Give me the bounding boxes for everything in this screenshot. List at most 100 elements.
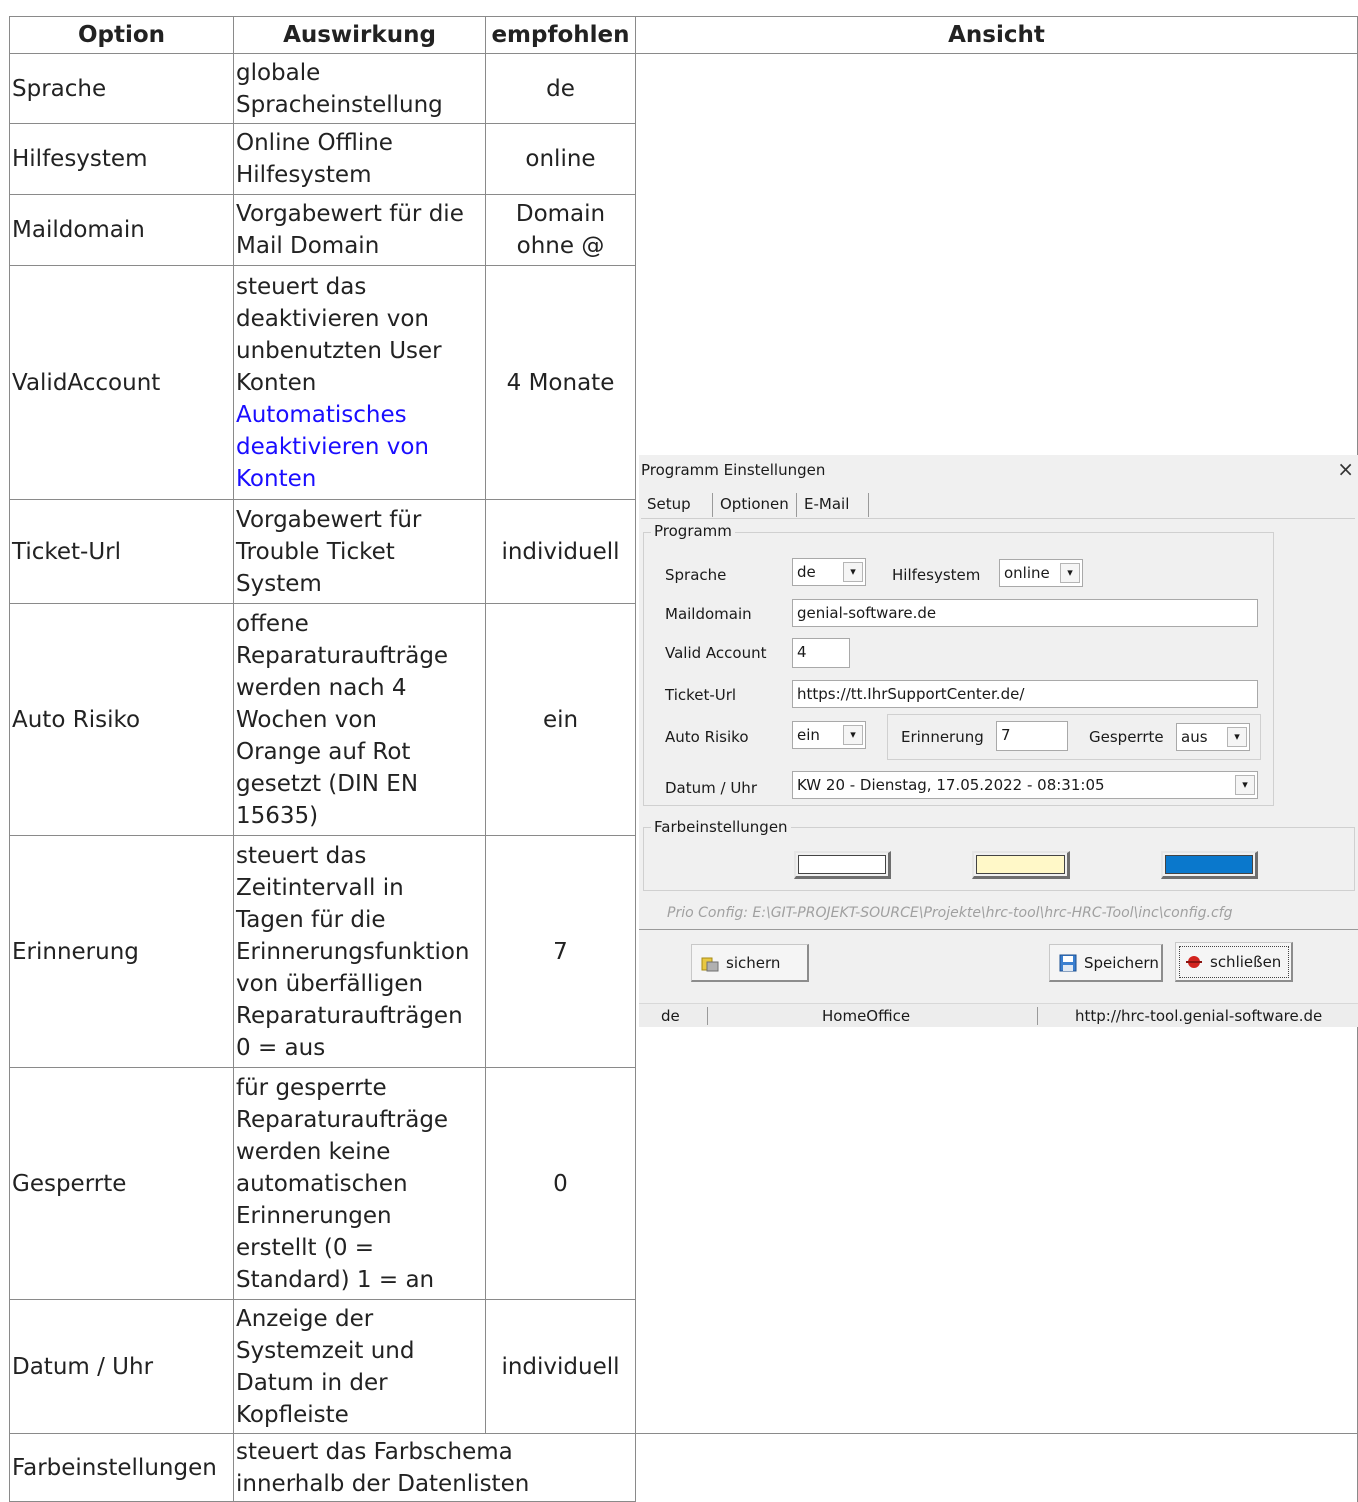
effect-line: Reparaturaufträgen xyxy=(236,1002,463,1029)
ticket-url-input[interactable]: https://tt.IhrSupportCenter.de/ xyxy=(792,680,1258,708)
table-row: Farbeinstellungen steuert das Farbschema i… xyxy=(9,1433,1358,1502)
effect-line: Vorgabewert für die xyxy=(236,201,464,227)
gesperrte-select[interactable]: aus ▾ xyxy=(1176,723,1250,751)
status-location: HomeOffice xyxy=(822,1007,911,1025)
label-erinnerung: Erinnerung xyxy=(901,728,984,746)
header-view: Ansicht xyxy=(635,16,1358,54)
color-swatch-3[interactable] xyxy=(1161,851,1258,879)
color-swatch-1[interactable] xyxy=(794,851,891,879)
datum-uhr-value: KW 20 - Dienstag, 17.05.2022 - 08:31:05 xyxy=(797,776,1105,794)
effect-cell: Anzeige der Systemzeit und Datum in der Kop… xyxy=(233,1299,486,1434)
label-sprache: Sprache xyxy=(665,566,727,584)
save-icon xyxy=(1058,954,1078,972)
table-row: Sprache globale Spracheinstellung de xyxy=(9,53,1358,1434)
program-group-title: Programm xyxy=(651,522,735,540)
option-cell: Auto Risiko xyxy=(9,603,234,836)
effect-line: von überfälligen xyxy=(236,970,424,997)
datum-uhr-select[interactable]: KW 20 - Dienstag, 17.05.2022 - 08:31:05 … xyxy=(792,771,1258,799)
tab-optionen[interactable]: Optionen xyxy=(714,493,795,517)
hilfesystem-value: online xyxy=(1004,564,1050,582)
table-header-row: Option Auswirkung empfohlen Ansicht xyxy=(9,16,1358,54)
erinnerung-input[interactable]: 7 xyxy=(996,721,1068,751)
auto-risiko-value: ein xyxy=(797,726,820,744)
effect-cell: steuert das Farbschema innerhalb der Date… xyxy=(233,1433,636,1502)
effect-cell: für gesperrte Reparaturaufträge werden kei… xyxy=(233,1067,486,1300)
effect-line: steuert das xyxy=(236,842,367,869)
effect-line: Orange auf Rot xyxy=(236,738,411,765)
auto-risiko-select[interactable]: ein ▾ xyxy=(792,721,866,749)
effect-line: Erinnerungen xyxy=(236,1202,392,1229)
recommended-cell: ein xyxy=(485,603,636,836)
recommended-line: 0 xyxy=(553,1170,568,1197)
recommended-cell: 0 xyxy=(485,1067,636,1300)
backup-button[interactable]: sichern xyxy=(691,944,809,982)
label-valid-account: Valid Account xyxy=(665,644,767,662)
effect-line: Mail Domain xyxy=(236,233,380,259)
label-datum-uhr: Datum / Uhr xyxy=(665,779,757,797)
colors-group-title: Farbeinstellungen xyxy=(651,818,791,836)
effect-link[interactable]: Automatisches deaktivieren von Konten xyxy=(236,399,483,495)
effect-cell: Vorgabewert für die Mail Domain xyxy=(233,194,486,266)
close-button-label: schließen xyxy=(1210,952,1282,971)
header-recommended: empfohlen xyxy=(485,16,636,54)
recommended-line: ein xyxy=(542,706,579,733)
effect-line: System xyxy=(236,570,322,597)
option-cell: Sprache xyxy=(9,53,234,124)
effect-line: werden nach 4 xyxy=(236,674,407,701)
option-cell: ValidAccount xyxy=(9,265,234,500)
close-button[interactable]: schließen xyxy=(1175,942,1293,982)
effect-line: Systemzeit und xyxy=(236,1337,415,1364)
color-swatch-2[interactable] xyxy=(972,851,1070,879)
tab-email[interactable]: E-Mail xyxy=(798,493,855,517)
view-cell-empty xyxy=(635,1433,1358,1502)
save-button-label: Speichern xyxy=(1084,953,1159,972)
save-button[interactable]: Speichern xyxy=(1049,944,1163,982)
backup-button-label: sichern xyxy=(726,953,781,972)
effect-line: Tagen für die xyxy=(236,906,386,933)
settings-dialog-screenshot: Programm Einstellungen × Setup Optionen … xyxy=(639,455,1358,1027)
chevron-down-icon[interactable]: ▾ xyxy=(843,562,863,582)
effect-link-line[interactable]: Konten xyxy=(236,463,483,495)
effect-cell: Vorgabewert für Trouble Ticket System xyxy=(233,499,486,604)
chevron-down-icon[interactable]: ▾ xyxy=(1235,775,1255,795)
label-hilfesystem: Hilfesystem xyxy=(892,566,981,584)
effect-line: steuert das Farbschema xyxy=(236,1438,513,1465)
recommended-line: 4 Monate xyxy=(506,369,615,396)
status-language: de xyxy=(661,1007,680,1025)
tab-setup[interactable]: Setup xyxy=(641,493,697,517)
close-icon[interactable]: × xyxy=(1337,457,1354,481)
effect-cell: globale Spracheinstellung xyxy=(233,53,486,124)
recommended-cell: de xyxy=(485,53,636,124)
chevron-down-icon[interactable]: ▾ xyxy=(843,725,863,745)
effect-line: Standard) 1 = an xyxy=(236,1266,435,1293)
maildomain-input[interactable]: genial-software.de xyxy=(792,599,1258,627)
recommended-line: individuell xyxy=(501,1353,620,1380)
header-option: Option xyxy=(9,16,234,54)
effect-line: Vorgabewert für xyxy=(236,506,422,533)
label-ticket-url: Ticket-Url xyxy=(665,686,737,704)
valid-account-input[interactable]: 4 xyxy=(792,638,850,668)
close-red-icon xyxy=(1184,953,1204,971)
dialog-title: Programm Einstellungen xyxy=(641,461,826,479)
chevron-down-icon[interactable]: ▾ xyxy=(1227,727,1247,747)
chevron-down-icon[interactable]: ▾ xyxy=(1060,563,1080,583)
effect-line: offene xyxy=(236,610,309,637)
gesperrte-value: aus xyxy=(1181,728,1208,746)
recommended-line: online xyxy=(525,146,596,172)
recommended-line: ohne @ xyxy=(516,233,605,259)
effect-link-line[interactable]: deaktivieren von xyxy=(236,431,483,463)
config-path: Prio Config: E:\GIT-PROJEKT-SOURCE\Proje… xyxy=(667,905,1233,921)
label-maildomain: Maildomain xyxy=(665,605,752,623)
sprache-select[interactable]: de ▾ xyxy=(792,558,866,586)
recommended-cell: Domain ohne @ xyxy=(485,194,636,266)
option-cell: Maildomain xyxy=(9,194,234,266)
effect-line: gesetzt (DIN EN xyxy=(236,770,419,797)
label-auto-risiko: Auto Risiko xyxy=(665,728,749,746)
effect-line: Erinnerungsfunktion xyxy=(236,938,470,965)
effect-line: Hilfesystem xyxy=(236,162,372,188)
effect-line: automatischen xyxy=(236,1170,408,1197)
option-cell: Ticket-Url xyxy=(9,499,234,604)
effect-cell: offene Reparaturaufträge werden nach 4 Woch… xyxy=(233,603,486,836)
hilfesystem-select[interactable]: online ▾ xyxy=(999,559,1083,587)
effect-link-line[interactable]: Automatisches xyxy=(236,399,483,431)
